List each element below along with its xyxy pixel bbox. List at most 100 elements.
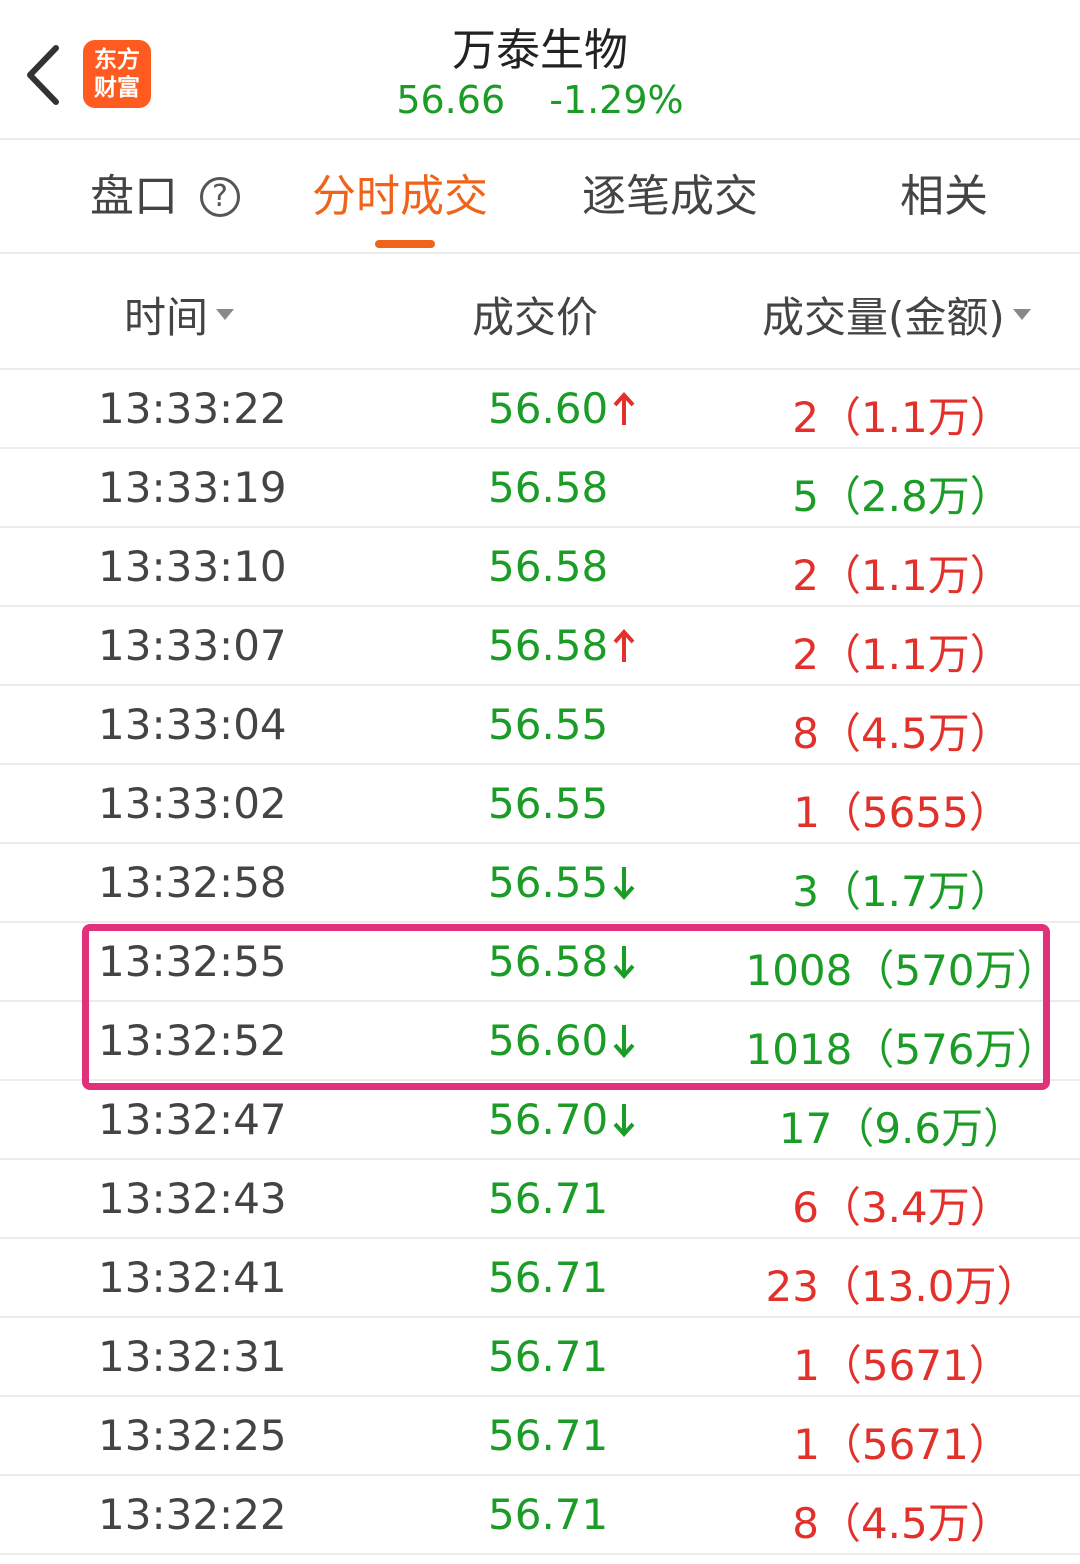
trade-price-cell: 56.58 (488, 463, 608, 512)
table-row[interactable]: 13:33:02 56.55 1（5655） (0, 765, 1080, 844)
trade-price-cell: 56.71 (488, 1332, 608, 1381)
trade-volume: 1008（570万） (745, 946, 1059, 995)
trade-time: 13:32:25 (98, 1411, 287, 1460)
trade-volume: 23（13.0万） (765, 1262, 1039, 1311)
up-arrow-icon (613, 391, 635, 425)
trade-time: 13:32:52 (98, 1016, 287, 1065)
trade-price: 56.58 (488, 937, 609, 986)
trade-price-cell: 56.55 (488, 779, 608, 828)
trade-price-cell: 56.71 (488, 1253, 608, 1302)
volume-column-sort[interactable]: 成交量(金额) (762, 284, 1031, 345)
sort-caret-icon (216, 309, 235, 320)
trade-volume: 8（4.5万） (792, 1499, 1012, 1548)
header: 东方 财富 万泰生物 56.66 -1.29% (0, 0, 1080, 140)
trade-price: 56.60 (488, 1016, 609, 1065)
down-arrow-icon (613, 866, 635, 900)
table-row[interactable]: 13:33:07 56.58 2（1.1万） (0, 607, 1080, 686)
trade-time: 13:32:31 (98, 1332, 287, 1381)
table-row[interactable]: 13:33:22 56.60 2（1.1万） (0, 370, 1080, 449)
trade-price: 56.58 (488, 621, 609, 670)
table-row[interactable]: 13:32:25 56.71 1（5671） (0, 1397, 1080, 1476)
trade-volume: 2（1.1万） (792, 630, 1012, 679)
table-row[interactable]: 13:33:10 56.58 2（1.1万） (0, 528, 1080, 607)
trade-time: 13:33:04 (98, 700, 287, 749)
trade-price: 56.55 (488, 700, 609, 749)
stock-quote: 56.66 -1.29% (0, 78, 1080, 122)
up-arrow-icon (613, 628, 635, 662)
trade-price: 56.71 (488, 1332, 609, 1381)
trade-price-cell: 56.70 (488, 1095, 636, 1144)
trade-time: 13:32:58 (98, 858, 287, 907)
trade-time: 13:32:43 (98, 1174, 287, 1223)
trade-price-cell: 56.55 (488, 858, 636, 907)
trade-price: 56.71 (488, 1174, 609, 1223)
trade-price: 56.70 (488, 1095, 609, 1144)
price-column-header: 成交价 (472, 284, 598, 345)
volume-column-label: 成交量(金额) (762, 293, 1005, 342)
trade-time: 13:32:47 (98, 1095, 287, 1144)
tab-label: 盘口 (90, 171, 178, 222)
table-row[interactable]: 13:33:04 56.55 8（4.5万） (0, 686, 1080, 765)
trade-price-cell: 56.71 (488, 1174, 608, 1223)
table-row[interactable]: 13:33:19 56.58 5（2.8万） (0, 449, 1080, 528)
trade-price: 56.55 (488, 779, 609, 828)
table-row[interactable]: 13:32:52 56.60 1018（576万） (0, 1002, 1080, 1081)
stock-name: 万泰生物 (452, 25, 628, 76)
tab-related[interactable]: 相关 (900, 170, 988, 224)
trade-volume: 1（5655） (793, 788, 1011, 837)
stock-price: 56.66 (396, 78, 506, 122)
trade-price-cell: 56.60 (488, 1016, 636, 1065)
trade-time: 13:33:02 (98, 779, 287, 828)
trade-volume: 1（5671） (793, 1341, 1011, 1390)
trade-time: 13:33:07 (98, 621, 287, 670)
tab-order-book[interactable]: 盘口 ? (90, 170, 240, 224)
price-column-label: 成交价 (472, 293, 599, 342)
trade-price-cell: 56.71 (488, 1490, 608, 1539)
trade-price: 56.71 (488, 1490, 609, 1539)
trade-price: 56.71 (488, 1411, 609, 1460)
trade-price-cell: 56.58 (488, 937, 636, 986)
down-arrow-icon (613, 1103, 635, 1137)
trade-volume: 6（3.4万） (792, 1183, 1012, 1232)
trade-volume: 2（1.1万） (792, 551, 1012, 600)
table-row[interactable]: 13:32:31 56.71 1（5671） (0, 1318, 1080, 1397)
trade-volume: 17（9.6万） (778, 1104, 1026, 1153)
tab-label: 相关 (900, 171, 988, 222)
trade-time: 13:32:22 (98, 1490, 287, 1539)
stock-change: -1.29% (549, 78, 684, 122)
trade-volume: 1（5671） (793, 1420, 1011, 1469)
tab-minute-trades[interactable]: 分时成交 (312, 170, 488, 224)
trade-price: 56.60 (488, 384, 609, 433)
trade-price-cell: 56.55 (488, 700, 608, 749)
table-row[interactable]: 13:32:58 56.55 3（1.7万） (0, 844, 1080, 923)
trade-time: 13:33:19 (98, 463, 287, 512)
trade-price-cell: 56.58 (488, 621, 636, 670)
trade-volume: 2（1.1万） (792, 393, 1012, 442)
tab-label: 逐笔成交 (582, 171, 758, 222)
time-column-label: 时间 (124, 293, 209, 342)
trade-price-cell: 56.71 (488, 1411, 608, 1460)
down-arrow-icon (613, 1024, 635, 1058)
trade-list[interactable]: 13:33:22 56.60 2（1.1万） 13:33:19 56.58 5（2.8万）… (0, 370, 1080, 1555)
table-row[interactable]: 13:32:41 56.71 23（13.0万） (0, 1239, 1080, 1318)
trade-time: 13:32:41 (98, 1253, 287, 1302)
trade-price-cell: 56.60 (488, 384, 636, 433)
table-row[interactable]: 13:32:22 56.71 8（4.5万） (0, 1476, 1080, 1555)
tab-tick-trades[interactable]: 逐笔成交 (582, 170, 758, 224)
trade-time: 13:33:10 (98, 542, 287, 591)
trade-volume: 8（4.5万） (792, 709, 1012, 758)
trade-price-cell: 56.58 (488, 542, 608, 591)
active-tab-indicator (375, 240, 435, 248)
trade-volume: 1018（576万） (745, 1025, 1059, 1074)
tab-bar: 盘口 ? 分时成交 逐笔成交 相关 (0, 140, 1080, 254)
trade-price: 56.58 (488, 542, 609, 591)
trade-price: 56.71 (488, 1253, 609, 1302)
table-row[interactable]: 13:32:43 56.71 6（3.4万） (0, 1160, 1080, 1239)
time-column-sort[interactable]: 时间 (124, 284, 235, 345)
table-row[interactable]: 13:32:47 56.70 17（9.6万） (0, 1081, 1080, 1160)
trade-time: 13:32:55 (98, 937, 287, 986)
trade-price: 56.55 (488, 858, 609, 907)
help-icon[interactable]: ? (200, 177, 240, 217)
table-row[interactable]: 13:32:55 56.58 1008（570万） (0, 923, 1080, 1002)
trade-volume: 5（2.8万） (792, 472, 1012, 521)
